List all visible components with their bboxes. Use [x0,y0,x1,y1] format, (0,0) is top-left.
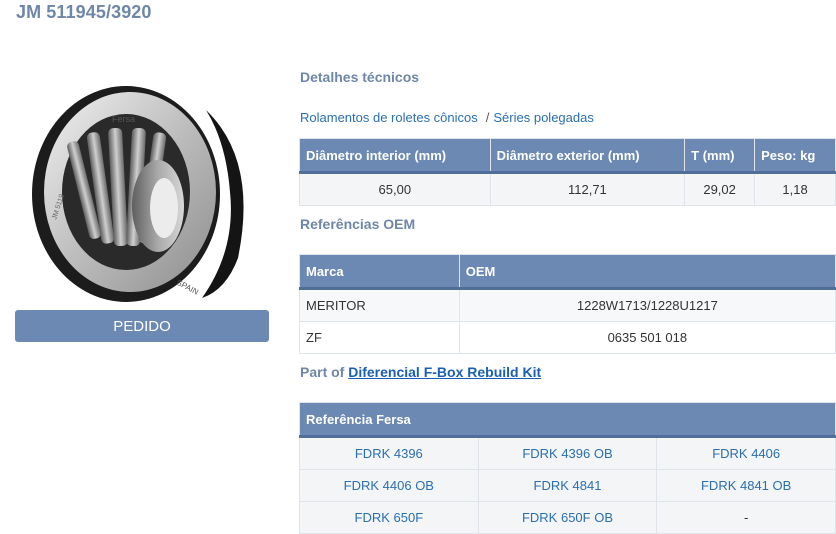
fersa-ref-link[interactable]: FDRK 650F [355,510,424,525]
fersa-ref-link[interactable]: FDRK 4406 [712,446,780,461]
outer-diameter-cell: 112,71 [489,172,686,206]
table-row: FDRK 4406 OB FDRK 4841 FDRK 4841 OB [299,469,836,502]
breadcrumb-item-inch-series[interactable]: Séries polegadas [493,110,593,125]
breadcrumb: Rolamentos de roletes cônicos / Séries pol… [300,110,594,125]
column-header: T (mm) [684,138,756,174]
oem-number-cell: 1228W1713/1228U1217 [458,288,836,322]
breadcrumb-item-tapered-roller[interactable]: Rolamentos de roletes cônicos [300,110,478,125]
column-header: OEM [458,254,836,290]
table-header-row: Diâmetro interior (mm) Diâmetro exterior… [299,138,836,174]
fersa-ref-link[interactable]: FDRK 4396 OB [522,446,612,461]
fersa-ref-link[interactable]: FDRK 4406 OB [344,478,434,493]
column-header: Peso: kg [754,138,836,174]
column-header: Referência Fersa [299,402,836,438]
oem-references-heading: Referências OEM [300,216,416,232]
fersa-references-table: Referência Fersa FDRK 4396 FDRK 4396 OB … [299,402,836,534]
part-of-line: Part of Diferencial F-Box Rebuild Kit [300,364,541,380]
part-of-label: Part of [300,364,345,380]
column-header: Diâmetro exterior (mm) [489,138,686,174]
empty-ref-cell: - [656,501,836,534]
oem-number-cell: 0635 501 018 [458,321,836,354]
inner-diameter-cell: 65,00 [299,172,491,206]
bearing-brand-text: Fersa [112,114,135,124]
table-header-row: Marca OEM [299,254,836,290]
technical-table: Diâmetro interior (mm) Diâmetro exterior… [299,138,836,206]
breadcrumb-separator: / [485,110,490,125]
width-cell: 29,02 [684,172,756,206]
table-row: MERITOR 1228W1713/1228U1217 [299,288,836,322]
table-row: ZF 0635 501 018 [299,321,836,354]
table-row: FDRK 4396 FDRK 4396 OB FDRK 4406 [299,436,836,470]
brand-cell: ZF [299,321,460,354]
table-row: 65,00 112,71 29,02 1,18 [299,172,836,206]
weight-cell: 1,18 [754,172,836,206]
oem-table: Marca OEM MERITOR 1228W1713/1228U1217 ZF… [299,254,836,354]
fersa-ref-link[interactable]: FDRK 4841 OB [701,478,791,493]
column-header: Marca [299,254,460,290]
fersa-ref-link[interactable]: FDRK 4841 [534,478,602,493]
brand-cell: MERITOR [299,288,460,322]
bearing-origin-text: SPAIN [175,278,200,297]
product-title: JM 511945/3920 [16,2,152,22]
column-header: Diâmetro interior (mm) [299,138,491,174]
order-button[interactable]: PEDIDO [15,310,269,342]
table-row: FDRK 650F FDRK 650F OB - [299,501,836,534]
kit-link[interactable]: Diferencial F-Box Rebuild Kit [348,364,541,380]
fersa-ref-link[interactable]: FDRK 650F OB [522,510,613,525]
fersa-ref-link[interactable]: FDRK 4396 [355,446,423,461]
technical-details-heading: Detalhes técnicos [300,69,420,85]
table-header-row: Referência Fersa [299,402,836,438]
bearing-image: Fersa SPAIN JM 5119 [32,86,244,302]
